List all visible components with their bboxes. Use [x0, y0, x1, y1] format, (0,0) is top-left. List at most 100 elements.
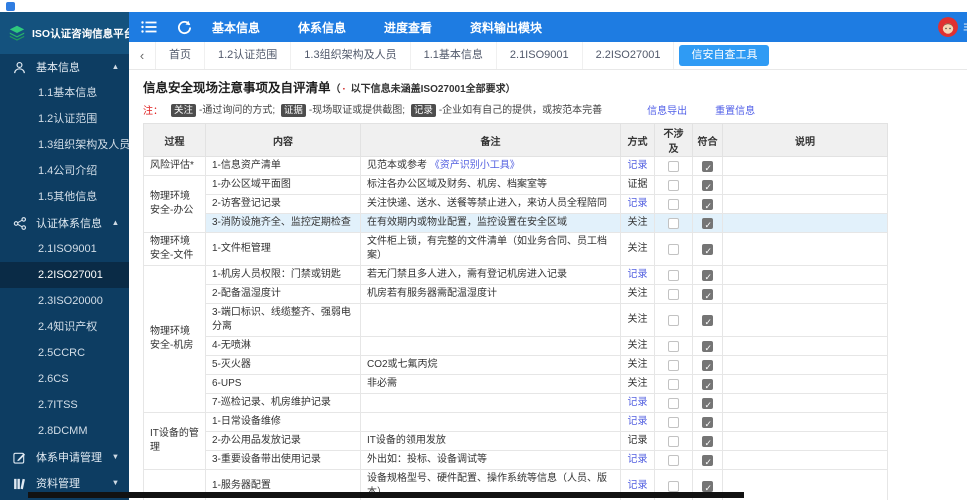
sidebar-subitem[interactable]: 2.7ITSS: [0, 392, 129, 418]
note-cell[interactable]: [722, 412, 888, 432]
sidebar-subitem[interactable]: 2.5CCRC: [0, 340, 129, 366]
note-cell[interactable]: [722, 156, 888, 176]
note-cell[interactable]: [722, 284, 888, 304]
sidebar-section[interactable]: 体系申请管理 ▼: [0, 444, 129, 470]
note-cell[interactable]: [722, 303, 888, 337]
mode-link[interactable]: 记录: [628, 480, 648, 491]
not-involved-checkbox[interactable]: [668, 160, 679, 172]
note-cell[interactable]: [722, 265, 888, 285]
note-cell[interactable]: [722, 232, 888, 266]
mode-text: 关注: [627, 314, 648, 325]
conform-checkbox[interactable]: [702, 198, 713, 213]
not-involved-checkbox[interactable]: [668, 454, 679, 466]
sidebar-subitem[interactable]: 1.1基本信息: [0, 80, 129, 106]
top-menu-item[interactable]: 进度查看: [384, 19, 432, 36]
sidebar-subitem[interactable]: 2.2ISO27001: [0, 262, 129, 288]
top-menu-item[interactable]: 基本信息: [212, 19, 260, 36]
not-involved-checkbox[interactable]: [668, 314, 679, 326]
not-involved-checkbox[interactable]: [668, 198, 679, 210]
note-cell[interactable]: [722, 213, 888, 233]
username-partial[interactable]: 非: [963, 19, 967, 36]
tab[interactable]: 首页: [156, 42, 205, 69]
sidebar-subitem[interactable]: 1.3组织架构及人员: [0, 132, 129, 158]
sidebar-subitem[interactable]: 2.3ISO20000: [0, 288, 129, 314]
note-cell[interactable]: [722, 336, 888, 356]
not-involved-checkbox[interactable]: [668, 359, 679, 371]
tab[interactable]: 2.2ISO27001: [583, 42, 675, 69]
sidebar-section[interactable]: 基本信息 ▲: [0, 54, 129, 80]
sidebar-subitem[interactable]: 2.6CS: [0, 366, 129, 392]
mode-link[interactable]: 记录: [628, 416, 648, 427]
not-involved-checkbox[interactable]: [668, 435, 679, 447]
mode-link[interactable]: 记录: [628, 397, 648, 408]
conform-checkbox[interactable]: [702, 179, 713, 194]
not-involved-checkbox[interactable]: [668, 480, 679, 492]
not-involved-checkbox[interactable]: [668, 269, 679, 281]
mode-link[interactable]: 记录: [628, 198, 648, 209]
tab[interactable]: 1.2认证范围: [205, 42, 292, 69]
not-involved-checkbox[interactable]: [668, 378, 679, 390]
refresh-icon[interactable]: [177, 20, 192, 35]
not-involved-checkbox[interactable]: [668, 217, 679, 229]
note-cell[interactable]: [722, 355, 888, 375]
conform-checkbox[interactable]: [702, 378, 713, 393]
conform-checkbox[interactable]: [702, 288, 713, 303]
sidebar-subitem[interactable]: 1.5其他信息: [0, 184, 129, 210]
menu-list-icon[interactable]: [141, 20, 157, 34]
not-involved-checkbox[interactable]: [668, 288, 679, 300]
mode-cell: 记录: [620, 156, 655, 176]
horizontal-scrollbar[interactable]: [28, 492, 744, 498]
action-link[interactable]: 重置信息: [715, 106, 755, 117]
conform-checkbox[interactable]: [702, 217, 713, 232]
process-cell: 物理环境安全-办公: [143, 175, 206, 233]
avatar[interactable]: [937, 17, 958, 37]
not-involved-checkbox[interactable]: [668, 397, 679, 409]
sidebar-subitem[interactable]: 2.4知识产权: [0, 314, 129, 340]
conform-checkbox[interactable]: [702, 416, 713, 431]
note-cell[interactable]: [722, 175, 888, 195]
mode-link[interactable]: 记录: [628, 269, 648, 280]
conform-checkbox[interactable]: [702, 340, 713, 355]
conform-checkbox[interactable]: [702, 243, 713, 258]
tab[interactable]: 2.1ISO9001: [497, 42, 583, 69]
note-cell[interactable]: [722, 450, 888, 470]
not-involved-checkbox[interactable]: [668, 243, 679, 255]
note-cell[interactable]: [722, 431, 888, 451]
mode-link[interactable]: 记录: [628, 160, 648, 171]
remark-link[interactable]: 《资产识别小工具》: [430, 160, 520, 171]
mode-link[interactable]: 记录: [628, 454, 648, 465]
sidebar-subitem[interactable]: 2.1ISO9001: [0, 236, 129, 262]
content-cell: 1-办公区域平面图: [205, 175, 361, 195]
not-involved-checkbox[interactable]: [668, 416, 679, 428]
sidebar-subitem[interactable]: 1.4公司介绍: [0, 158, 129, 184]
conform-checkbox[interactable]: [702, 397, 713, 412]
conform-checkbox[interactable]: [702, 269, 713, 284]
note-cell[interactable]: [722, 393, 888, 413]
note-cell[interactable]: [722, 469, 888, 500]
conform-checkbox[interactable]: [702, 435, 713, 450]
note-cell[interactable]: [722, 374, 888, 394]
back-arrow-icon[interactable]: ‹: [129, 42, 156, 69]
conform-checkbox[interactable]: [702, 480, 713, 495]
note-prefix: 注：: [143, 105, 163, 117]
mode-cell: 记录: [620, 194, 655, 214]
tab[interactable]: 1.3组织架构及人员: [291, 42, 411, 69]
not-involved-checkbox[interactable]: [668, 340, 679, 352]
column-header: 符合: [692, 123, 723, 157]
top-menu-item[interactable]: 体系信息: [298, 19, 346, 36]
conform-checkbox[interactable]: [702, 359, 713, 374]
conform-checkbox[interactable]: [702, 160, 713, 175]
sidebar-section[interactable]: 认证体系信息 ▲: [0, 210, 129, 236]
conform-checkbox[interactable]: [702, 454, 713, 469]
conform-checkbox[interactable]: [702, 314, 713, 329]
top-navbar: 基本信息 体系信息 进度查看 资料输出模块 非: [129, 12, 967, 42]
action-link[interactable]: 信息导出: [647, 106, 687, 117]
tab-active[interactable]: 信安自查工具: [679, 45, 770, 66]
not-involved-checkbox[interactable]: [668, 179, 679, 191]
tab[interactable]: 1.1基本信息: [411, 42, 497, 69]
note-cell[interactable]: [722, 194, 888, 214]
remark-cell: CO2或七氟丙烷: [360, 355, 621, 375]
sidebar-subitem[interactable]: 1.2认证范围: [0, 106, 129, 132]
top-menu-item[interactable]: 资料输出模块: [470, 19, 542, 36]
sidebar-subitem[interactable]: 2.8DCMM: [0, 418, 129, 444]
